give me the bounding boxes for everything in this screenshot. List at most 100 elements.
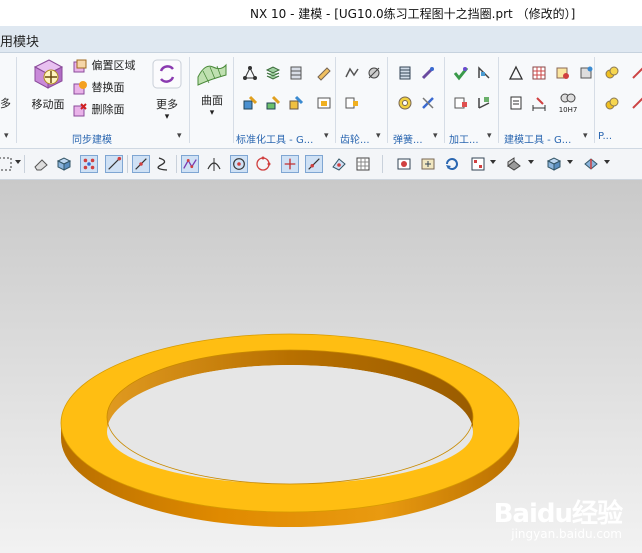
group-separator — [387, 57, 388, 143]
compression-spring-icon[interactable] — [420, 65, 436, 81]
section-view-icon[interactable] — [582, 155, 600, 173]
shaded-view-icon[interactable] — [505, 155, 523, 173]
grid-table-icon[interactable] — [531, 65, 547, 81]
watermark-logo: Baidu经验 — [493, 499, 623, 529]
surface-icon — [197, 63, 227, 86]
chevron-down-icon[interactable] — [567, 160, 573, 164]
group-separator — [189, 57, 190, 143]
title-bar: NX 10 - 建模 - [UG10.0练习工程图十之挡圈.prt （修改的）] — [0, 0, 642, 26]
group-separator — [16, 57, 17, 143]
triangle-icon[interactable] — [508, 65, 524, 81]
graphics-viewport[interactable]: Baidu经验 jingyan.baidu.com — [0, 180, 642, 553]
chevron-down-icon[interactable] — [490, 160, 496, 164]
partial-tool-icon[interactable] — [630, 65, 642, 81]
chevron-down-icon[interactable]: ▾ — [433, 131, 438, 141]
point-on-face-icon[interactable] — [330, 155, 348, 173]
group-label-partial: P... — [598, 131, 613, 142]
end-point-icon[interactable] — [105, 155, 123, 173]
feature-table-icon[interactable] — [555, 65, 571, 81]
point-on-curve-icon[interactable] — [305, 155, 323, 173]
partial-more-button[interactable]: 多 — [0, 95, 11, 113]
fit-view-icon[interactable] — [395, 155, 413, 173]
offset-region-button[interactable]: 偏置区域 — [72, 57, 136, 75]
pencil-icon[interactable] — [316, 65, 332, 81]
watermark-url: jingyan.baidu.com — [511, 527, 622, 541]
group-label-modeling: 建模工具 - G... — [504, 135, 572, 146]
spec-tool-icon[interactable] — [242, 95, 258, 111]
group-label-spring: 弹簧... — [393, 135, 423, 146]
tolerance-button[interactable]: 10H7 — [555, 93, 581, 114]
chevron-down-icon[interactable]: ▾ — [324, 131, 329, 141]
partial-tool2-icon[interactable] — [630, 95, 642, 111]
spring-washer-icon[interactable] — [397, 95, 413, 111]
snap-points-icon[interactable] — [80, 155, 98, 173]
chevron-down-icon[interactable]: ▾ — [376, 131, 381, 141]
toolbar-separator — [24, 155, 25, 173]
existing-point-icon[interactable] — [281, 155, 299, 173]
document-icon[interactable] — [508, 95, 524, 111]
angle-tool-icon[interactable] — [476, 95, 492, 111]
group-separator — [233, 57, 234, 143]
measure-tool-icon[interactable] — [476, 65, 492, 81]
gear-table-icon[interactable] — [344, 95, 360, 111]
window-title: NX 10 - 建模 - [UG10.0练习工程图十之挡圈.prt （修改的）] — [250, 7, 576, 21]
delete-face-button[interactable]: 删除面 — [72, 101, 125, 119]
mid-point-icon[interactable] — [132, 155, 150, 173]
delete-face-label: 删除面 — [91, 103, 125, 116]
select-rectangle-icon[interactable] — [0, 155, 14, 173]
chevron-down-icon: ▾ — [164, 112, 170, 122]
group-label-machining: 加工... — [449, 135, 479, 146]
part-icon[interactable] — [578, 65, 594, 81]
surface-button[interactable]: 曲面 ▾ — [194, 57, 230, 118]
tolerance-icon — [560, 93, 576, 103]
render-style-icon[interactable] — [545, 155, 563, 173]
control-point-icon[interactable] — [181, 155, 199, 173]
offset-region-icon — [73, 59, 87, 73]
baidu-watermark: Baidu经验 jingyan.baidu.com — [493, 493, 623, 541]
chevron-down-icon[interactable] — [15, 160, 21, 164]
quadrant-icon[interactable] — [254, 155, 272, 173]
gear-icon[interactable] — [344, 65, 360, 81]
zoom-icon[interactable] — [419, 155, 437, 173]
machining-table-icon[interactable] — [453, 95, 469, 111]
group-expand-arrow[interactable]: ▾ — [4, 131, 9, 141]
intersection-icon[interactable] — [205, 155, 223, 173]
coins-icon[interactable] — [604, 65, 620, 81]
checkmark-tool-icon[interactable] — [453, 65, 469, 81]
view-layout-icon[interactable] — [469, 155, 487, 173]
cube-icon[interactable] — [55, 155, 73, 173]
gb-table-icon[interactable] — [316, 95, 332, 111]
spring-delete-icon[interactable] — [420, 95, 436, 111]
delete-face-icon — [73, 103, 87, 117]
arc-center-icon[interactable] — [230, 155, 248, 173]
chevron-down-icon[interactable] — [604, 160, 610, 164]
grid-snap-icon[interactable] — [354, 155, 372, 173]
spring-icon[interactable] — [397, 65, 413, 81]
datum-csys-icon[interactable] — [242, 65, 258, 81]
chevron-down-icon[interactable]: ▾ — [583, 131, 588, 141]
more-label: 更多 — [156, 98, 178, 111]
offset-region-label: 偏置区域 — [91, 59, 136, 72]
toolbar-separator — [127, 155, 128, 173]
ribbon: 多 ▾ 移动面 偏置区域 替换面 删除面 更多 ▾ 同步建模 ▾ 曲面 ▾ 标准… — [0, 53, 642, 149]
chevron-down-icon[interactable]: ▾ — [177, 131, 182, 141]
layer-stack-icon[interactable] — [265, 65, 281, 81]
coins-stack-icon[interactable] — [604, 95, 620, 111]
eraser-icon[interactable] — [32, 155, 50, 173]
group-separator — [444, 57, 445, 143]
tab-application-modules[interactable]: 用模块 — [0, 31, 39, 50]
replace-face-icon — [73, 81, 87, 95]
replace-face-label: 替换面 — [91, 81, 125, 94]
dimension-icon[interactable] — [531, 95, 547, 111]
fastener-icon[interactable] — [288, 65, 304, 81]
bolt-icon[interactable] — [265, 95, 281, 111]
curve-icon[interactable] — [155, 155, 173, 173]
replace-face-button[interactable]: 替换面 — [72, 79, 125, 97]
chevron-down-icon[interactable]: ▾ — [487, 131, 492, 141]
nut-icon[interactable] — [288, 95, 304, 111]
rotate-icon[interactable] — [443, 155, 461, 173]
move-face-button[interactable]: 移动面 — [28, 57, 68, 112]
chevron-down-icon[interactable] — [528, 160, 534, 164]
more-button[interactable]: 更多 ▾ — [148, 57, 186, 122]
helical-gear-icon[interactable] — [366, 65, 382, 81]
